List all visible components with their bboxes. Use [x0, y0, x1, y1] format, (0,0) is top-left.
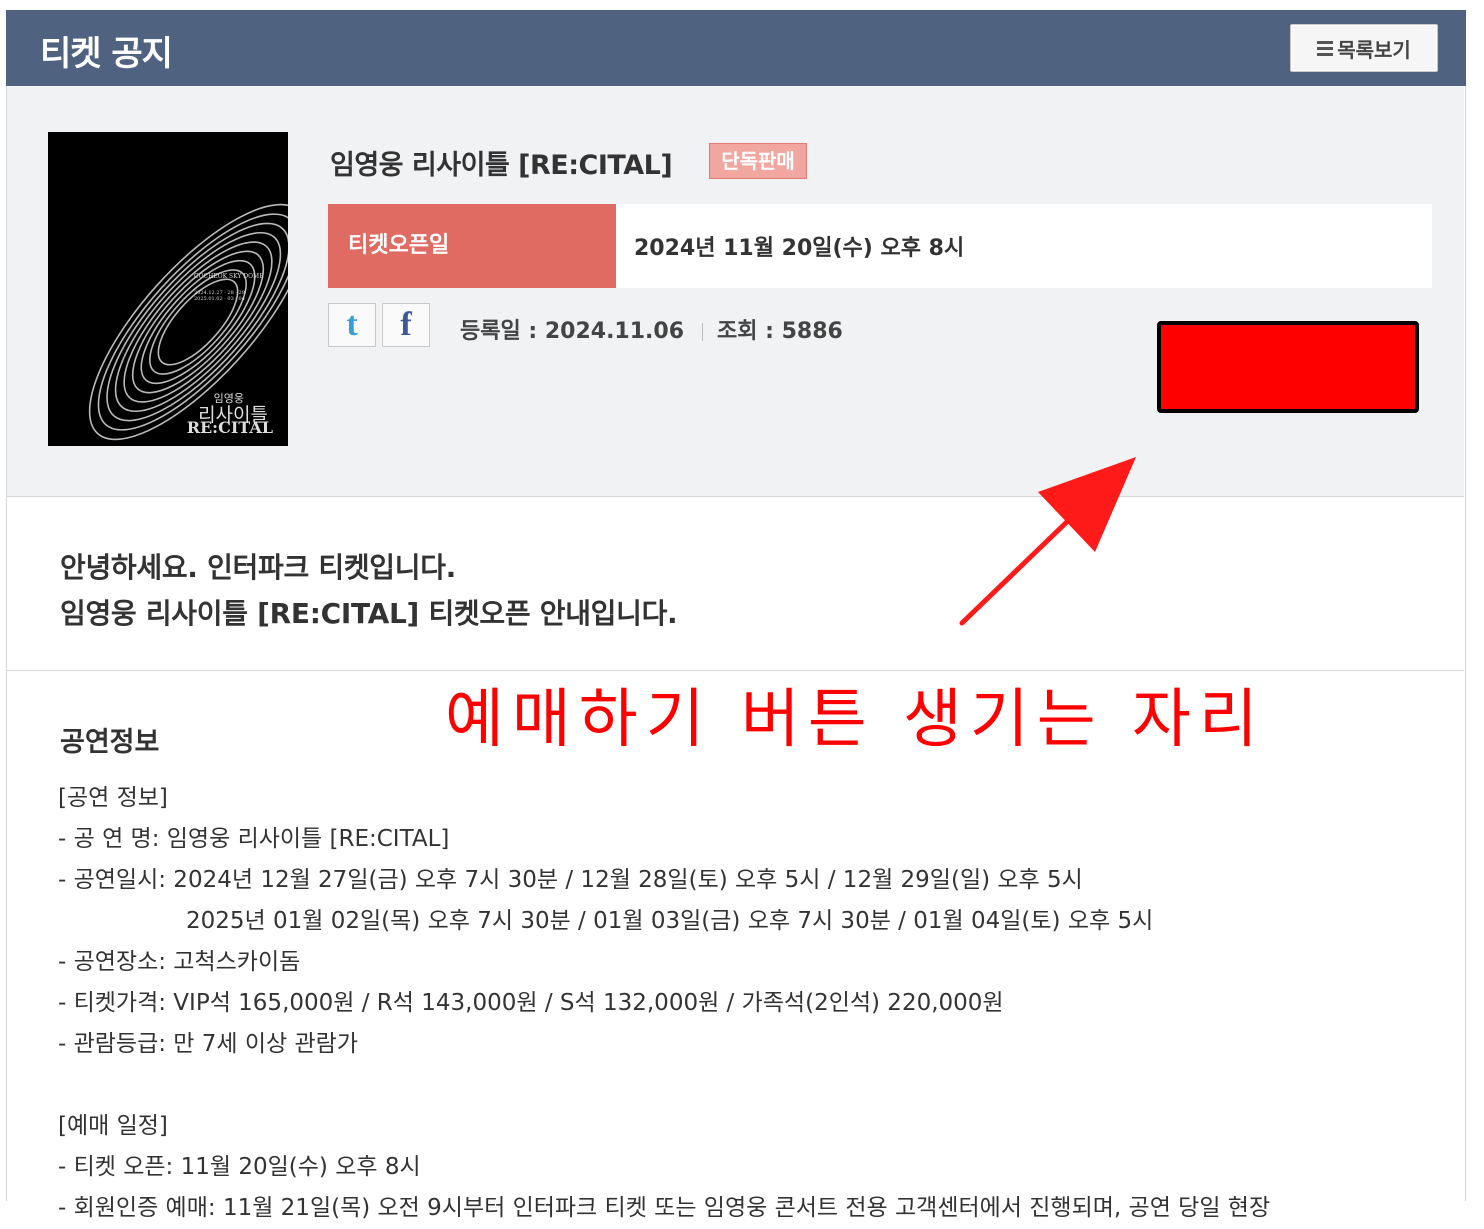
page-title: 티켓 공지	[40, 34, 173, 74]
performance-info-title: 공연정보	[60, 727, 160, 758]
post-meta: 등록일 : 2024.11.06 조회 : 5886	[460, 313, 843, 345]
info-line: - 공연장소: 고척스카이돔	[58, 949, 301, 975]
info-line: - 공 연 명: 임영웅 리사이틀 [RE:CITAL]	[58, 826, 450, 852]
ticket-open-date: 2024년 11월 20일(수) 오후 8시	[634, 236, 965, 261]
facebook-share-icon[interactable]: f	[382, 303, 430, 347]
greeting-line-1: 안녕하세요. 인터파크 티켓입니다.	[60, 551, 457, 584]
poster-venue: COCHEOK SKY DOME	[194, 273, 264, 280]
show-title: 임영웅 리사이틀 [RE:CITAL]	[330, 150, 673, 181]
annotation-text: 예매하기 버튼 생기는 자리	[445, 683, 1266, 757]
info-line: - 티켓 오픈: 11월 20일(수) 오후 8시	[58, 1154, 421, 1180]
list-view-label: 목록보기	[1337, 37, 1411, 62]
booking-button-placeholder-highlight	[1157, 321, 1419, 413]
ticket-open-label: 티켓오픈일	[328, 204, 616, 288]
page-header: 티켓 공지 목록보기	[6, 10, 1466, 86]
list-view-button[interactable]: 목록보기	[1290, 24, 1438, 72]
info-heading: [예매 일정]	[58, 1113, 168, 1139]
poster-name-en: RE:CITAL	[186, 418, 273, 437]
info-line: - 공연일시: 2024년 12월 27일(금) 오후 7시 30분 / 12월…	[58, 867, 1083, 893]
greeting-line-2: 임영웅 리사이틀 [RE:CITAL] 티켓오픈 안내입니다.	[60, 597, 678, 630]
poster-date-2: 2025.01.02 · 03 · 04	[194, 296, 245, 302]
annotation-arrow-icon	[959, 457, 1136, 626]
poster-rings-graphic	[88, 203, 288, 441]
show-poster[interactable]: COCHEOK SKY DOME 2024.12.27 · 28 · 29 20…	[48, 132, 288, 446]
menu-icon	[1317, 38, 1334, 59]
info-line: - 회원인증 예매: 11월 21일(목) 오전 9시부터 인터파크 티켓 또는…	[58, 1195, 1271, 1221]
info-line: - 관람등급: 만 7세 이상 관람가	[58, 1031, 358, 1057]
twitter-share-icon[interactable]: t	[328, 303, 376, 347]
ticket-open-row: 티켓오픈일 2024년 11월 20일(수) 오후 8시	[328, 204, 1432, 288]
greeting-text: 안녕하세요. 인터파크 티켓입니다. 임영웅 리사이틀 [RE:CITAL] 티…	[60, 545, 678, 637]
view-count: 조회 : 5886	[717, 319, 843, 344]
performance-info-body: [공연 정보] - 공 연 명: 임영웅 리사이틀 [RE:CITAL] - 공…	[58, 778, 1270, 1229]
info-heading: [공연 정보]	[58, 785, 168, 811]
exclusive-sale-badge: 단독판매	[709, 143, 807, 179]
info-line: - 티켓가격: VIP석 165,000원 / R석 143,000원 / S석…	[58, 990, 1004, 1016]
info-line: 2025년 01월 02일(목) 오후 7시 30분 / 01월 03일(금) …	[186, 908, 1154, 934]
meta-divider	[702, 323, 704, 341]
registered-date: 등록일 : 2024.11.06	[460, 319, 685, 344]
